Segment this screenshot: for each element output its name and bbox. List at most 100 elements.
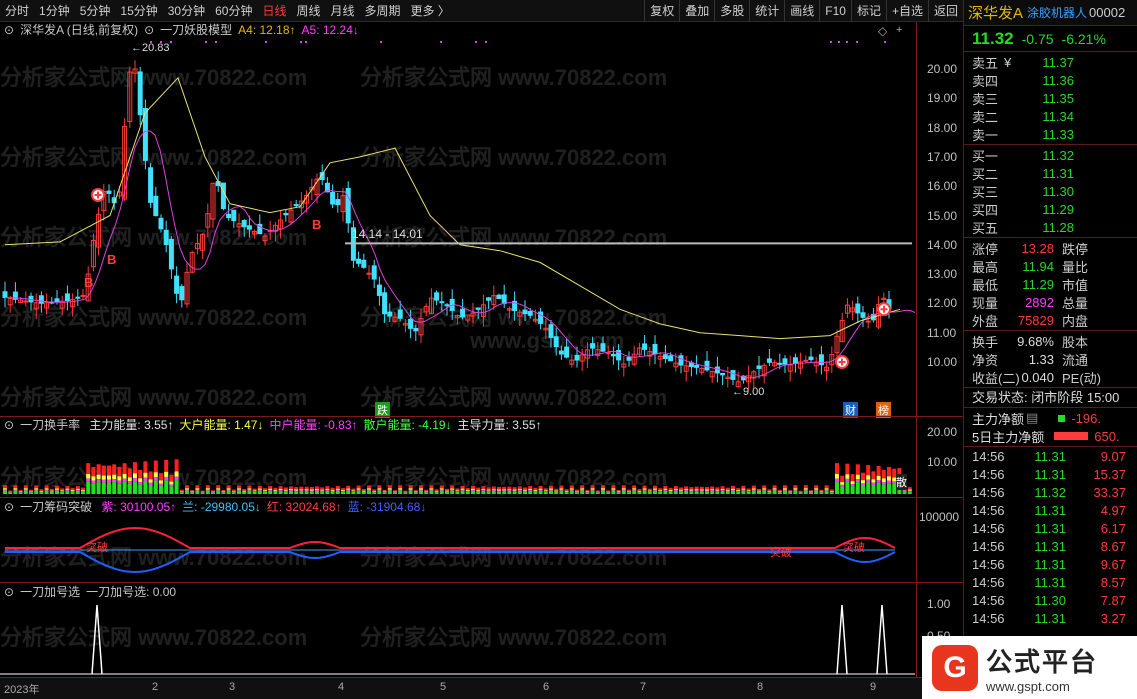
vol-bar-green bbox=[632, 490, 637, 494]
vol-bar-magenta bbox=[647, 491, 652, 492]
vol-bar-magenta bbox=[632, 489, 637, 491]
ask-row[interactable]: 卖四 11.36 bbox=[964, 71, 1137, 89]
vol-bar-red bbox=[616, 489, 621, 492]
tick-row[interactable]: 14:56 11.30 7.87 bbox=[964, 591, 1137, 609]
vol-bar-yellow bbox=[809, 491, 813, 493]
vol-bar-red bbox=[502, 486, 507, 490]
toolbar-action-button[interactable]: 多股 bbox=[714, 0, 749, 22]
period-tab[interactable]: 日线 bbox=[257, 0, 291, 22]
collapse-icon[interactable]: ⊙ bbox=[4, 418, 14, 432]
stat-row: 最高 11.94 量比 bbox=[964, 257, 1137, 275]
period-tab[interactable]: 分时 bbox=[0, 0, 34, 22]
period-tab[interactable]: 30分钟 bbox=[163, 0, 210, 22]
period-tab[interactable]: 周线 bbox=[291, 0, 325, 22]
buy-mark: B bbox=[312, 217, 322, 232]
diamond-icon[interactable]: ◇ bbox=[878, 24, 887, 38]
stock-code: 00002 bbox=[1089, 5, 1126, 20]
vol-bar-green bbox=[533, 491, 538, 494]
period-tab[interactable]: 5分钟 bbox=[75, 0, 116, 22]
vol-bar-red bbox=[497, 486, 501, 490]
vol-bar-green bbox=[242, 492, 247, 494]
vol-bar-magenta bbox=[668, 490, 673, 492]
toolbar-action-button[interactable]: 标记 bbox=[850, 0, 886, 22]
vol-bar-red bbox=[143, 461, 148, 473]
vol-bar-green bbox=[715, 491, 720, 494]
chip-indicator-value: 红: 32024.68↑ bbox=[266, 500, 342, 514]
vol-bar-green bbox=[257, 490, 262, 494]
toolbar-action-button[interactable]: 返回 bbox=[927, 0, 963, 22]
vol-bar-yellow bbox=[606, 491, 611, 493]
book-price: 11.37 bbox=[1042, 54, 1074, 70]
vol-bar-yellow bbox=[18, 491, 23, 493]
collapse-icon[interactable]: ⊙ bbox=[4, 500, 14, 514]
vol-bar-yellow bbox=[569, 488, 574, 490]
chart-area[interactable]: 分析家公式网 www.70822.com 分析家公式网 www.70822.co… bbox=[0, 22, 963, 678]
bid-row[interactable]: 买四 11.29 bbox=[964, 200, 1137, 218]
plus-icon[interactable]: + bbox=[896, 24, 902, 36]
vol-bar-magenta bbox=[866, 479, 871, 483]
period-tab[interactable]: 更多 〉 bbox=[406, 0, 455, 22]
bid-row[interactable]: 买二 11.31 bbox=[964, 164, 1137, 182]
ask-row[interactable]: 卖五 ¥11.37 bbox=[964, 53, 1137, 71]
toolbar-action-button[interactable]: +自选 bbox=[885, 0, 928, 22]
period-tab[interactable]: 多周期 bbox=[360, 0, 406, 22]
toolbar-action-button[interactable]: 复权 bbox=[644, 0, 679, 22]
period-tab[interactable]: 60分钟 bbox=[210, 0, 257, 22]
vol-bar-red bbox=[507, 486, 512, 490]
tick-row[interactable]: 14:56 11.31 8.57 bbox=[964, 573, 1137, 591]
vol-bar-green bbox=[304, 491, 309, 494]
toolbar-action-button[interactable]: 叠加 bbox=[679, 0, 714, 22]
candle-body bbox=[174, 275, 180, 294]
vol-bar-green bbox=[148, 484, 153, 494]
vol-bar-green bbox=[653, 490, 657, 494]
vol-bar-magenta bbox=[751, 489, 756, 491]
vol-bar-yellow bbox=[585, 491, 590, 493]
bid-row[interactable]: 买五 11.28 bbox=[964, 218, 1137, 236]
jiahao-spike bbox=[876, 604, 888, 675]
tick-list[interactable]: 14:56 11.31 9.07 14:56 11.31 15.37 14:56 11.32 3… bbox=[964, 447, 1137, 627]
tick-row[interactable]: 14:56 11.31 15.37 bbox=[964, 465, 1137, 483]
vol-bar-red bbox=[595, 490, 600, 492]
vol-bar-red bbox=[356, 485, 361, 489]
toolbar-action-button[interactable]: 画线 bbox=[784, 0, 819, 22]
vol-bar-magenta bbox=[70, 490, 75, 492]
book-label: 买五 bbox=[972, 220, 999, 236]
vol-bar-green bbox=[824, 490, 829, 494]
tick-row[interactable]: 14:56 11.32 33.37 bbox=[964, 483, 1137, 501]
collapse-icon[interactable]: ⊙ bbox=[4, 585, 14, 599]
stat-value: 11.29 bbox=[1022, 276, 1054, 292]
toolbar-action-button[interactable]: 统计 bbox=[749, 0, 784, 22]
vol-bar-magenta bbox=[762, 489, 767, 491]
vol-bar-green bbox=[169, 486, 174, 494]
tick-row[interactable]: 14:56 11.31 6.17 bbox=[964, 519, 1137, 537]
tick-row[interactable]: 14:56 11.31 9.07 bbox=[964, 447, 1137, 465]
vol-bar-magenta bbox=[679, 490, 683, 492]
period-tab[interactable]: 月线 bbox=[326, 0, 360, 22]
tick-row[interactable]: 14:56 11.31 4.97 bbox=[964, 501, 1137, 519]
vol-bar-red bbox=[107, 465, 111, 476]
bid-row[interactable]: 买一 11.32 bbox=[964, 146, 1137, 164]
collapse-icon[interactable]: ⊙ bbox=[4, 23, 14, 37]
vol-bar-yellow bbox=[185, 488, 189, 490]
period-tab[interactable]: 15分钟 bbox=[115, 0, 162, 22]
ask-row[interactable]: 卖二 11.34 bbox=[964, 107, 1137, 125]
vol-bar-red bbox=[55, 485, 59, 489]
vol-bar-green bbox=[96, 482, 101, 494]
kline-chart[interactable] bbox=[0, 22, 963, 678]
vol-bar-magenta bbox=[117, 480, 122, 484]
period-tab[interactable]: 1分钟 bbox=[34, 0, 75, 22]
ask-row[interactable]: 卖三 11.35 bbox=[964, 89, 1137, 107]
collapse-icon[interactable]: ⊙ bbox=[144, 23, 154, 37]
concept-tag[interactable]: 涂胶机器人 bbox=[1027, 4, 1087, 21]
doc-icon[interactable]: ▤ bbox=[1026, 410, 1038, 426]
toolbar-action-button[interactable]: F10 bbox=[819, 0, 851, 22]
vol-bar-green bbox=[538, 490, 543, 494]
bid-row[interactable]: 买三 11.30 bbox=[964, 182, 1137, 200]
tick-row[interactable]: 14:56 11.31 3.27 bbox=[964, 609, 1137, 627]
tick-row[interactable]: 14:56 11.31 9.67 bbox=[964, 555, 1137, 573]
ask-row[interactable]: 卖一 11.33 bbox=[964, 125, 1137, 143]
vol-bar-green bbox=[65, 490, 70, 494]
vol-bar-green bbox=[819, 492, 824, 494]
vol-bar-green bbox=[216, 490, 221, 494]
tick-row[interactable]: 14:56 11.31 8.67 bbox=[964, 537, 1137, 555]
